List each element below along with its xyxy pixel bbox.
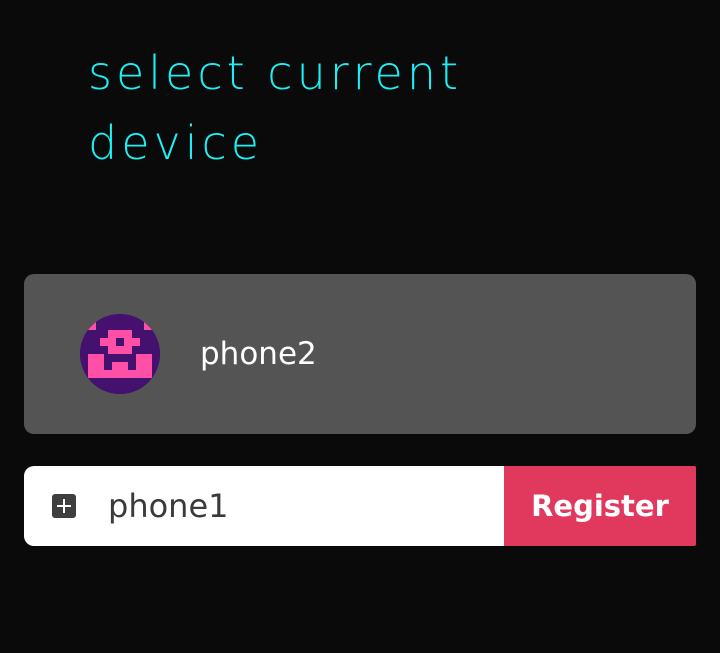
page-title: select current device [88,46,463,170]
device-card-phone2[interactable]: phone2 [24,274,696,434]
device-name-field-container [24,466,504,546]
register-device-form: Register [24,466,696,546]
register-button[interactable]: Register [504,466,696,546]
plus-square-icon [52,494,76,518]
device-avatar-icon [80,314,160,394]
device-name: phone2 [200,336,317,372]
device-name-input[interactable] [108,480,488,532]
